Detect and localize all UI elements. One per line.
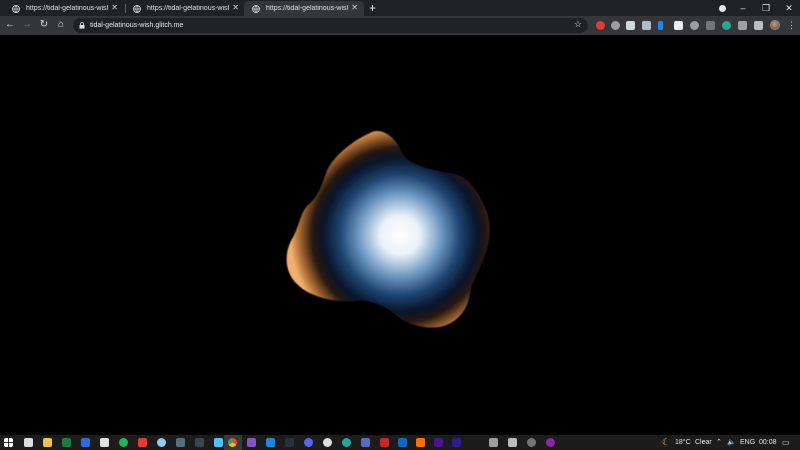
after-effects-icon[interactable] <box>452 438 461 447</box>
notification-icon[interactable]: ▭ <box>782 437 790 448</box>
steam-icon[interactable] <box>195 438 204 447</box>
app-red-icon[interactable] <box>138 438 147 447</box>
chrome-icon[interactable] <box>228 438 237 447</box>
maximize-button[interactable]: ❐ <box>755 0 777 16</box>
tab-search-icon[interactable] <box>719 5 726 12</box>
close-window-button[interactable]: ✕ <box>778 0 800 16</box>
tab-bar: https://tidal-gelatinous-wish.glitch.me/… <box>0 0 800 16</box>
tab-3-active[interactable]: https://tidal-gelatinous-wish.glitch.me/… <box>244 1 364 16</box>
chevron-up-icon[interactable]: ⌃ <box>716 437 722 448</box>
weather-temp[interactable]: 18°C <box>675 437 691 448</box>
blob-shape <box>286 131 490 328</box>
extension-white-icon[interactable] <box>674 21 683 30</box>
app-light-icon[interactable] <box>508 438 517 447</box>
discord-icon[interactable] <box>304 438 313 447</box>
back-icon[interactable]: ← <box>4 19 16 31</box>
page-viewport <box>0 35 800 435</box>
tab-title: https://tidal-gelatinous-wish.glitch.me/ <box>26 5 108 12</box>
tablet-icon[interactable] <box>214 438 223 447</box>
tab-title: https://tidal-gelatinous-wish.glitch.me/ <box>147 5 229 12</box>
app-grey-icon[interactable] <box>489 438 498 447</box>
home-icon[interactable]: ⌂ <box>55 19 67 31</box>
globe-icon <box>12 4 20 13</box>
language-indicator[interactable]: ENG <box>740 437 755 448</box>
browser-toolbar: ← → ↻ ⌂ tidal-gelatinous-wish.glitch.me … <box>0 16 800 36</box>
search-icon[interactable] <box>24 438 33 447</box>
reload-icon[interactable]: ↻ <box>38 19 50 31</box>
new-tab-button[interactable]: + <box>369 1 376 15</box>
extension-window-icon[interactable] <box>642 21 651 30</box>
extension-blue-icon[interactable] <box>658 21 663 30</box>
address-bar[interactable]: tidal-gelatinous-wish.glitch.me ☆ <box>73 18 588 33</box>
profile-avatar[interactable] <box>770 20 780 30</box>
extension-doc-icon[interactable] <box>626 21 635 30</box>
vscode-icon[interactable] <box>266 438 275 447</box>
close-tab-icon[interactable]: ✕ <box>232 3 239 12</box>
visual-studio-icon[interactable] <box>247 438 256 447</box>
bookmark-star-icon[interactable]: ☆ <box>574 19 582 30</box>
globe-icon <box>133 4 141 13</box>
puzzle-icon[interactable] <box>738 21 747 30</box>
mail-icon[interactable] <box>81 438 90 447</box>
tab-1[interactable]: https://tidal-gelatinous-wish.glitch.me/… <box>4 1 124 16</box>
minimize-button[interactable]: – <box>732 0 754 16</box>
premiere-icon[interactable] <box>434 438 443 447</box>
windows-taskbar: ☾ 18°C Clear ⌃ 🔈 ENG 00:08 ▭ <box>0 435 800 450</box>
url-text: tidal-gelatinous-wish.glitch.me <box>90 22 184 29</box>
extension-red-icon[interactable] <box>596 21 605 30</box>
calendar-icon[interactable] <box>176 438 185 447</box>
extension-grid-icon[interactable] <box>706 21 715 30</box>
lock-icon <box>79 22 85 29</box>
terminal-icon[interactable] <box>285 438 294 447</box>
app-teal-icon[interactable] <box>342 438 351 447</box>
browser-circle-icon[interactable] <box>157 438 166 447</box>
tab-2[interactable]: https://tidal-gelatinous-wish.glitch.me/… <box>125 1 245 16</box>
tab-title: https://tidal-gelatinous-wish.glitch.me/ <box>266 5 348 12</box>
speaker-icon[interactable]: 🔈 <box>727 437 736 448</box>
globe-icon <box>252 4 260 13</box>
app-purple-icon[interactable] <box>546 438 555 447</box>
extension-gray-icon[interactable] <box>611 21 620 30</box>
github-icon[interactable] <box>323 438 332 447</box>
close-tab-icon[interactable]: ✕ <box>111 3 118 12</box>
obs-icon[interactable] <box>527 438 536 447</box>
gelatinous-blob <box>286 131 490 328</box>
windows-start-icon[interactable] <box>4 438 13 447</box>
extension-green-icon[interactable] <box>722 21 731 30</box>
moon-icon: ☾ <box>662 437 671 447</box>
close-tab-icon[interactable]: ✕ <box>351 3 358 12</box>
photoshop-icon[interactable] <box>398 438 407 447</box>
illustrator-icon[interactable] <box>416 438 425 447</box>
notes-icon[interactable] <box>100 438 109 447</box>
file-explorer-icon[interactable] <box>43 438 52 447</box>
forward-icon[interactable]: → <box>21 19 33 31</box>
reading-list-icon[interactable] <box>754 21 763 30</box>
weather-desc[interactable]: Clear <box>695 437 712 448</box>
clock[interactable]: 00:08 <box>759 437 777 448</box>
filezilla-icon[interactable] <box>380 438 389 447</box>
excel-icon[interactable] <box>62 438 71 447</box>
extension-shield-icon[interactable] <box>690 21 699 30</box>
teams-icon[interactable] <box>361 438 370 447</box>
spotify-icon[interactable] <box>119 438 128 447</box>
kebab-menu-icon[interactable]: ⋮ <box>787 19 796 31</box>
